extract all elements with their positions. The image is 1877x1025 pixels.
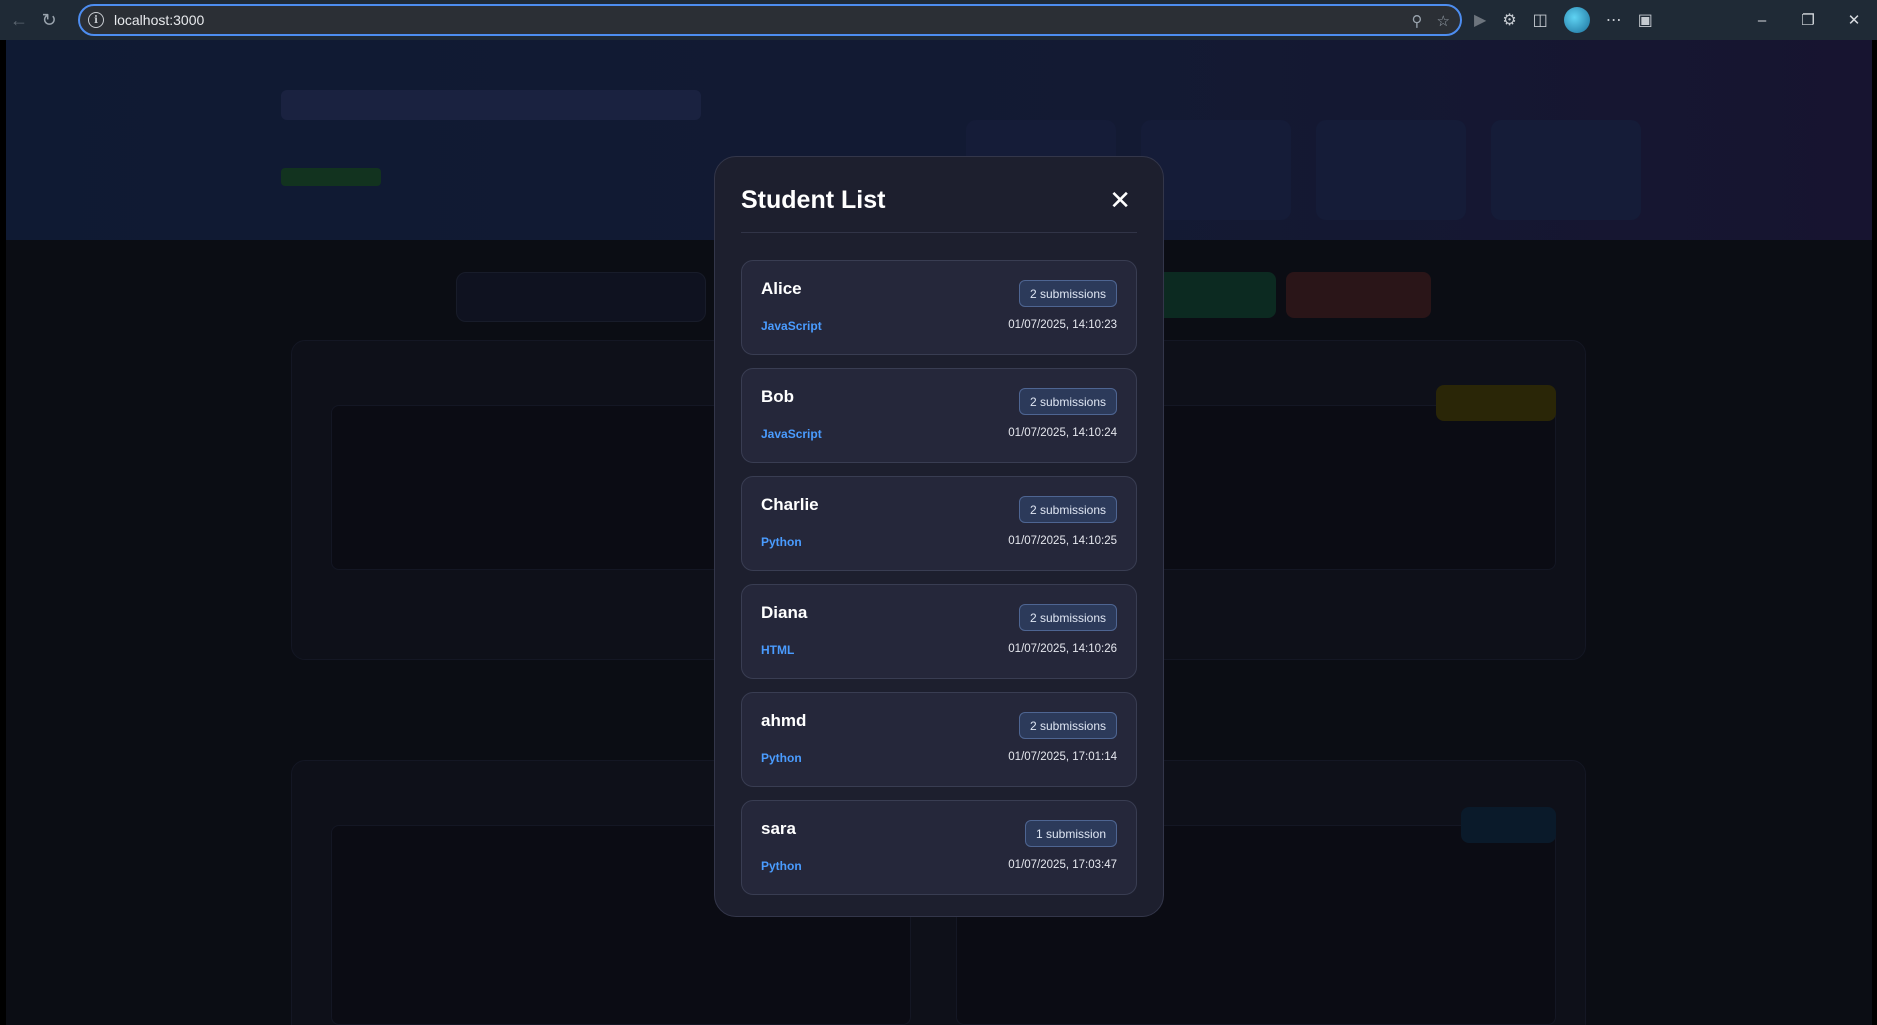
student-card[interactable]: ahmd 2 submissions Python 01/07/2025, 17… [741,692,1137,787]
student-card[interactable]: Bob 2 submissions JavaScript 01/07/2025,… [741,368,1137,463]
student-language: Python [761,751,802,765]
student-card[interactable]: Diana 2 submissions HTML 01/07/2025, 14:… [741,584,1137,679]
extensions-icon[interactable]: ⚙ [1502,10,1516,30]
restore-icon[interactable]: ❐ [1785,0,1831,40]
close-icon[interactable]: ✕ [1109,187,1131,213]
back-arrow-icon[interactable]: ← [4,5,34,35]
student-timestamp: 01/07/2025, 14:10:26 [1008,643,1117,655]
student-card[interactable]: Charlie 2 submissions Python 01/07/2025,… [741,476,1137,571]
submission-count-badge: 2 submissions [1018,388,1117,415]
student-language: JavaScript [761,319,822,333]
submission-count-badge: 2 submissions [1018,280,1117,307]
blurred-red-button [1286,272,1431,318]
student-timestamp: 01/07/2025, 14:10:23 [1008,319,1117,331]
submission-count-badge: 2 submissions [1018,712,1117,739]
address-bar[interactable]: i localhost:3000 ⚲ ☆ [78,4,1462,36]
browser-toolbar: ← ↻ i localhost:3000 ⚲ ☆ ▶ ⚙ ◫ ⋯ ▣ – ❐ ✕ [0,0,1877,40]
student-timestamp: 01/07/2025, 17:01:14 [1008,751,1117,763]
blurred-app-title [281,90,701,120]
close-window-icon[interactable]: ✕ [1831,0,1877,40]
blurred-status [281,168,381,186]
submission-count-badge: 2 submissions [1018,496,1117,523]
more-options-icon[interactable]: ⋯ [1606,10,1622,30]
blurred-status-badge [1461,807,1556,843]
blurred-status-badge [1436,385,1556,421]
blurred-stat-card [1316,120,1466,220]
split-screen-icon[interactable]: ◫ [1533,10,1548,30]
zoom-out-icon[interactable]: ⚲ [1412,12,1423,30]
student-timestamp: 01/07/2025, 17:03:47 [1008,859,1117,871]
blurred-green-button [1156,272,1276,318]
student-card[interactable]: sara 1 submission Python 01/07/2025, 17:… [741,800,1137,895]
submission-count-badge: 2 submissions [1018,604,1117,631]
sidebar-icon[interactable]: ▣ [1638,10,1653,30]
favorite-star-icon[interactable]: ☆ [1437,12,1450,30]
minimize-icon[interactable]: – [1739,0,1785,40]
reload-icon[interactable]: ↻ [34,5,64,35]
student-timestamp: 01/07/2025, 14:10:24 [1008,427,1117,439]
play-icon[interactable]: ▶ [1474,10,1486,30]
modal-title: Student List [741,186,886,214]
profile-avatar-icon[interactable] [1563,7,1590,33]
submission-count-badge: 1 submission [1024,820,1117,847]
student-list-modal: Student List ✕ Alice 2 submissions JavaS… [714,156,1164,917]
blurred-search [456,272,706,322]
student-language: Python [761,859,802,873]
student-language: Python [761,535,802,549]
student-language: JavaScript [761,427,822,441]
student-timestamp: 01/07/2025, 14:10:25 [1008,535,1117,547]
site-info-icon[interactable]: i [88,12,104,28]
student-language: HTML [761,643,795,657]
student-list: Alice 2 submissions JavaScript 01/07/202… [741,260,1137,895]
address-url[interactable]: localhost:3000 [114,12,204,28]
modal-header: Student List ✕ [741,157,1137,233]
blurred-stat-card [1491,120,1641,220]
student-card[interactable]: Alice 2 submissions JavaScript 01/07/202… [741,260,1137,355]
